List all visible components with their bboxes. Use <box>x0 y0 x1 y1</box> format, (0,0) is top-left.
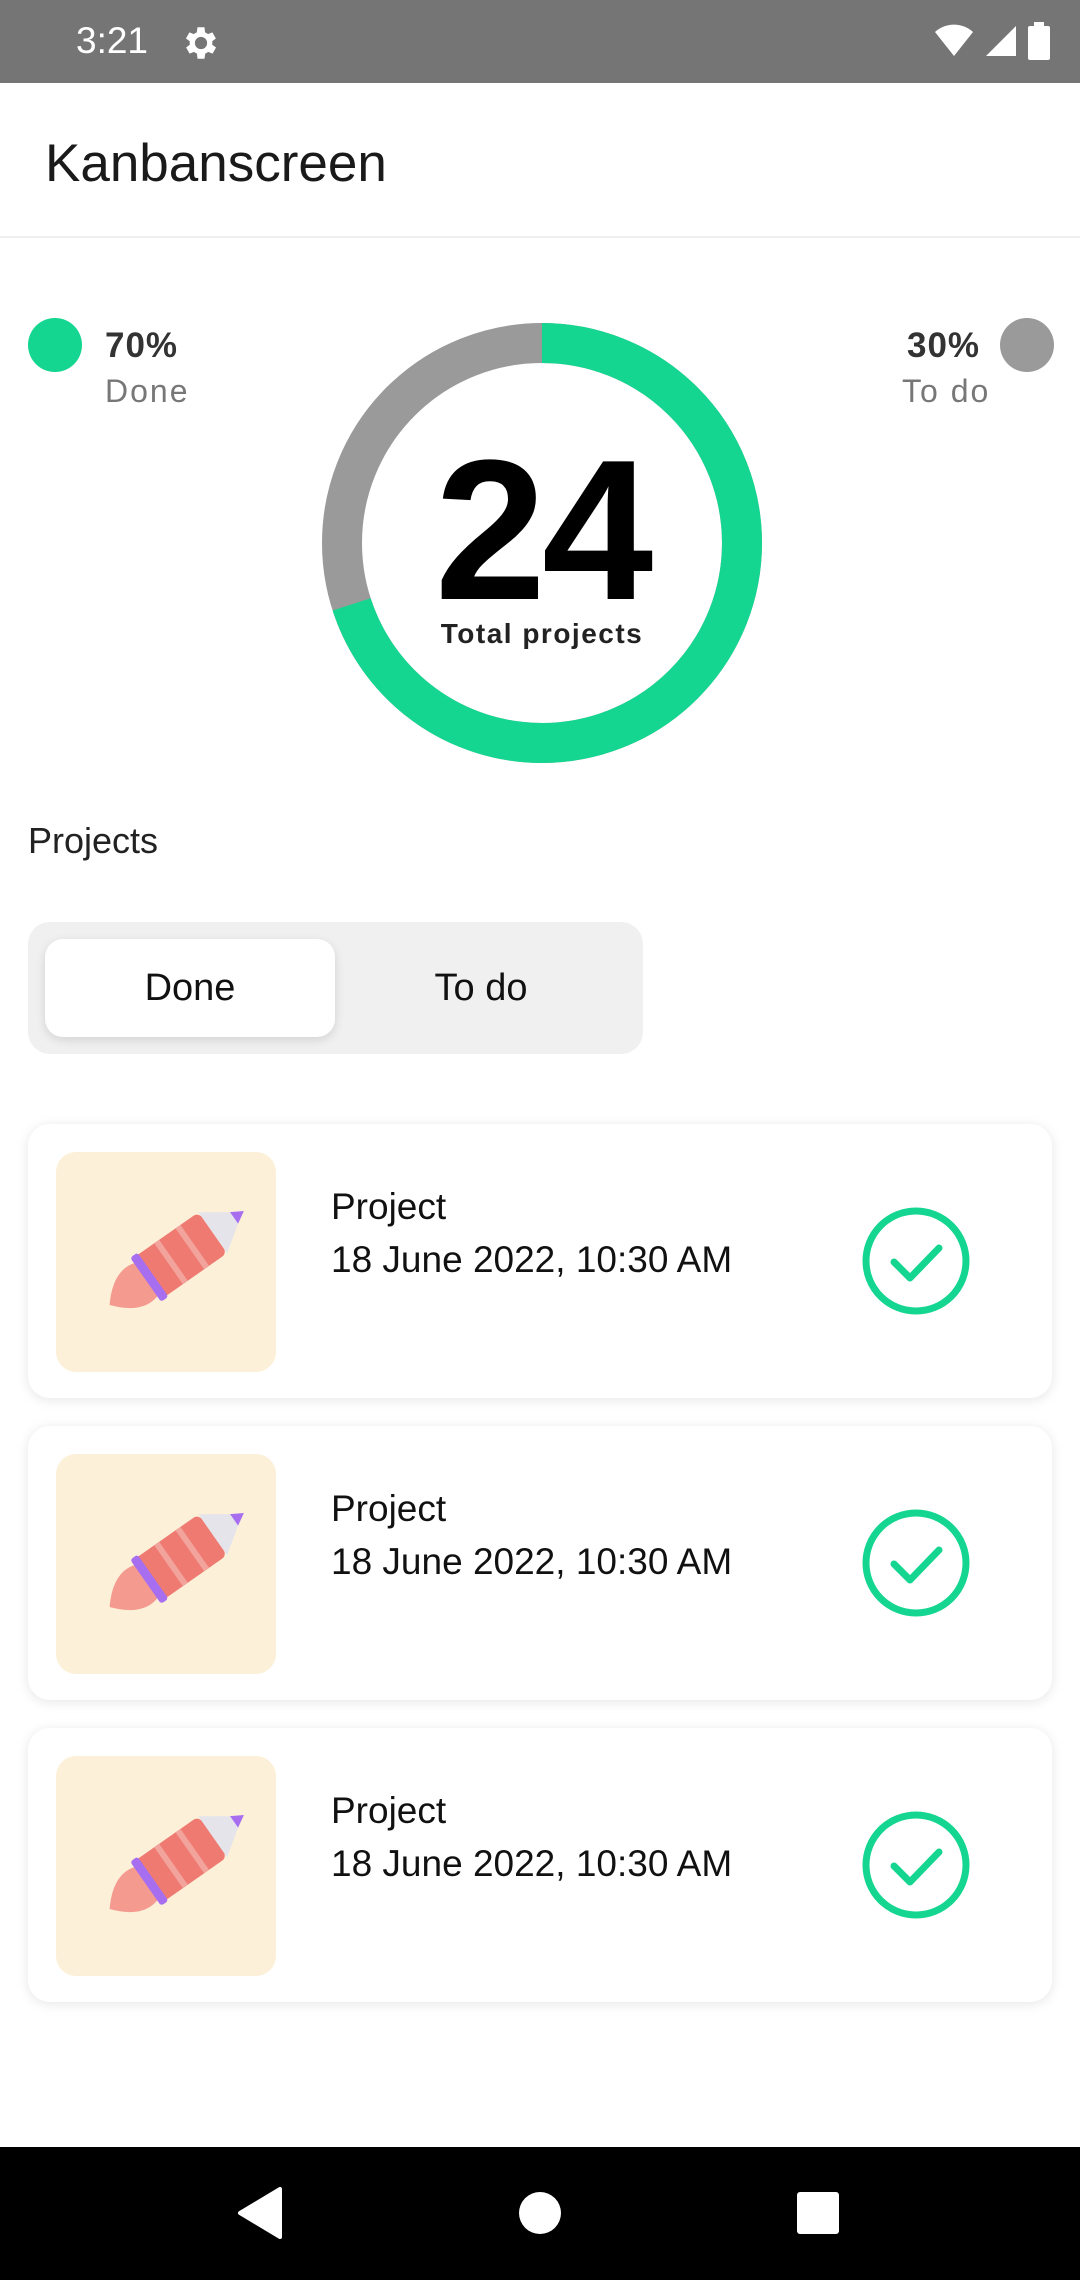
battery-icon <box>1028 22 1050 60</box>
project-date: 18 June 2022, 10:30 AM <box>331 1541 733 1582</box>
app-bar: Kanbanscreen <box>0 83 1080 238</box>
rocket-icon <box>109 1210 244 1308</box>
settings-gear-icon <box>185 27 217 59</box>
project-filter-tabs: Done To do <box>28 922 643 1054</box>
cellular-signal-icon <box>986 26 1016 56</box>
project-date: 18 June 2022, 10:30 AM <box>331 1843 733 1884</box>
total-projects-count: 24 <box>434 419 653 642</box>
project-card[interactable]: Project 18 June 2022, 10:30 AM <box>28 1426 1052 1700</box>
status-bar: 3:21 <box>0 0 1080 83</box>
todo-label: To do <box>902 373 991 409</box>
check-circle-icon[interactable] <box>861 1508 971 1618</box>
project-name: Project <box>331 1186 447 1227</box>
rocket-icon <box>109 1814 244 1912</box>
tab-done[interactable]: Done <box>45 939 335 1037</box>
status-time: 3:21 <box>76 20 149 61</box>
recents-icon[interactable] <box>780 2175 856 2251</box>
done-percent: 70% <box>105 326 179 365</box>
tab-todo[interactable]: To do <box>336 939 626 1037</box>
system-icons <box>934 22 1050 60</box>
system-navigation-bar <box>0 2147 1080 2280</box>
check-circle-icon[interactable] <box>861 1810 971 1920</box>
donut-center: 24 Total projects <box>322 323 762 763</box>
projects-section-title: Projects <box>28 820 159 861</box>
check-circle-icon[interactable] <box>861 1206 971 1316</box>
todo-dot-icon <box>1000 318 1054 372</box>
wifi-icon <box>935 24 973 56</box>
home-icon[interactable] <box>502 2175 578 2251</box>
project-card[interactable]: Project 18 June 2022, 10:30 AM <box>28 1728 1052 2002</box>
todo-percent: 30% <box>907 326 981 365</box>
project-thumbnail <box>56 1756 276 1976</box>
back-icon[interactable] <box>222 2175 298 2251</box>
page-title: Kanbanscreen <box>45 134 387 193</box>
done-dot-icon <box>28 318 82 372</box>
project-name: Project <box>331 1488 447 1529</box>
project-thumbnail <box>56 1152 276 1372</box>
project-thumbnail <box>56 1454 276 1674</box>
project-card[interactable]: Project 18 June 2022, 10:30 AM <box>28 1124 1052 1398</box>
project-date: 18 June 2022, 10:30 AM <box>331 1239 733 1280</box>
project-name: Project <box>331 1790 447 1831</box>
done-label: Done <box>105 373 190 409</box>
total-projects-label: Total projects <box>440 618 644 649</box>
rocket-icon <box>109 1512 244 1610</box>
